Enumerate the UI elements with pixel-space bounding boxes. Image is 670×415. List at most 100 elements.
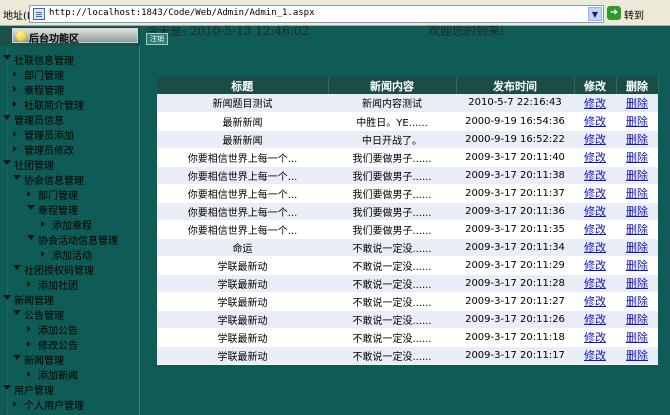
edit-link[interactable]: 修改: [584, 259, 606, 272]
sidebar-item[interactable]: 新闻管理: [0, 351, 139, 367]
table-row: 新闻题目测试 新闻内容测试 2010-5-7 22:16:43 修改 删除: [157, 94, 658, 113]
sidebar-item[interactable]: 添加活动: [0, 246, 139, 262]
edit-link[interactable]: 修改: [584, 277, 606, 290]
caret-down-icon[interactable]: [13, 265, 21, 270]
caret-right-icon[interactable]: [13, 86, 17, 92]
edit-link[interactable]: 修改: [584, 223, 606, 236]
sidebar-item[interactable]: 管理员添加: [0, 126, 139, 142]
go-button[interactable]: ➜ 转到: [607, 6, 661, 22]
edit-link[interactable]: 修改: [584, 97, 606, 110]
caret-right-icon[interactable]: [27, 326, 31, 332]
delete-link[interactable]: 删除: [626, 151, 648, 164]
edit-link[interactable]: 修改: [584, 133, 606, 146]
caret-right-icon[interactable]: [13, 131, 17, 137]
caret-right-icon[interactable]: [13, 401, 17, 407]
edit-link[interactable]: 修改: [584, 187, 606, 200]
edit-link[interactable]: 修改: [584, 115, 606, 128]
cell-content: 我们要做男子......: [328, 148, 456, 167]
caret-down-icon[interactable]: [13, 175, 21, 180]
sidebar-item[interactable]: 章程管理: [0, 201, 139, 217]
delete-link[interactable]: 删除: [626, 169, 648, 182]
cell-time: 2009-3-17 20:11:36: [456, 202, 574, 221]
caret-right-icon[interactable]: [41, 251, 45, 257]
delete-link[interactable]: 删除: [626, 259, 648, 272]
delete-link[interactable]: 删除: [626, 187, 648, 200]
table-row: 学联最新动 不敢说一定没...... 2009-3-17 20:11:17 修改 删除: [157, 346, 658, 365]
caret-right-icon[interactable]: [41, 221, 45, 227]
cell-title: 学联最新动: [157, 292, 328, 311]
sidebar-item[interactable]: 新闻管理: [0, 291, 139, 307]
cell-time: 2000-9-19 16:52:22: [456, 130, 574, 149]
caret-down-icon[interactable]: [27, 205, 35, 210]
address-url[interactable]: http://localhost:1843/Code/Web/Admin/Adm…: [49, 8, 315, 18]
sidebar-item[interactable]: 部门管理: [0, 186, 139, 202]
delete-link[interactable]: 删除: [626, 313, 648, 326]
column-header-content: 新闻内容: [328, 77, 457, 94]
sidebar-item-label: 管理员添加: [24, 131, 74, 142]
sidebar-item[interactable]: 用户管理: [0, 381, 139, 397]
sidebar-item[interactable]: 协会信息管理: [0, 171, 139, 187]
sidebar-item[interactable]: 添加新闻: [0, 366, 139, 382]
sidebar-item[interactable]: 公告管理: [0, 306, 139, 322]
sidebar-item[interactable]: 社团授权码管理: [0, 261, 139, 277]
delete-link[interactable]: 删除: [626, 331, 648, 344]
delete-link[interactable]: 删除: [626, 133, 648, 146]
caret-right-icon[interactable]: [27, 281, 31, 287]
caret-down-icon[interactable]: [27, 235, 35, 240]
caret-right-icon[interactable]: [27, 341, 31, 347]
edit-link[interactable]: 修改: [584, 169, 606, 182]
cell-time: 2009-3-17 20:11:26: [456, 310, 574, 329]
cell-time: 2010-5-7 22:16:43: [456, 94, 574, 113]
delete-link[interactable]: 删除: [626, 223, 648, 236]
edit-link-cell: 修改: [574, 148, 616, 167]
cell-time: 2009-3-17 20:11:34: [456, 238, 574, 257]
delete-link[interactable]: 删除: [626, 241, 648, 254]
sidebar-item[interactable]: 章程管理: [0, 81, 139, 97]
delete-link-cell: 删除: [616, 148, 658, 167]
sidebar-item[interactable]: 社联信息管理: [0, 51, 139, 67]
edit-link[interactable]: 修改: [584, 205, 606, 218]
sidebar-item-label: 新闻管理: [14, 296, 54, 307]
sidebar-item[interactable]: 社联简介管理: [0, 96, 139, 112]
chevron-down-icon[interactable]: ▼: [588, 7, 602, 21]
delete-link[interactable]: 删除: [626, 277, 648, 290]
caret-down-icon[interactable]: [3, 385, 11, 390]
sidebar-item[interactable]: 添加社团: [0, 276, 139, 292]
edit-link[interactable]: 修改: [584, 349, 606, 362]
sidebar-item[interactable]: 部门管理: [0, 66, 139, 82]
table-row: 学联最新动 不敢说一定没...... 2009-3-17 20:11:29 修改 删除: [157, 256, 658, 275]
sidebar-item[interactable]: 协会活动信息管理: [0, 231, 139, 247]
sidebar-item[interactable]: 添加章程: [0, 216, 139, 232]
caret-down-icon[interactable]: [13, 355, 21, 360]
caret-right-icon[interactable]: [13, 146, 17, 152]
edit-link[interactable]: 修改: [584, 313, 606, 326]
edit-link[interactable]: 修改: [584, 241, 606, 254]
caret-down-icon[interactable]: [3, 160, 11, 165]
caret-right-icon[interactable]: [27, 191, 31, 197]
logout-button[interactable]: 注销: [146, 33, 168, 45]
edit-link[interactable]: 修改: [584, 295, 606, 308]
address-input[interactable]: http://localhost:1843/Code/Web/Admin/Adm…: [29, 5, 604, 23]
sidebar-item[interactable]: 管理员信息: [0, 111, 139, 127]
edit-link[interactable]: 修改: [584, 331, 606, 344]
caret-right-icon[interactable]: [13, 101, 17, 107]
cell-content: 不敢说一定没......: [328, 346, 456, 365]
sidebar-item[interactable]: 修改公告: [0, 336, 139, 352]
delete-link[interactable]: 删除: [626, 115, 648, 128]
caret-down-icon[interactable]: [3, 55, 11, 60]
caret-down-icon[interactable]: [3, 295, 11, 300]
caret-right-icon[interactable]: [13, 71, 17, 77]
caret-down-icon[interactable]: [13, 310, 21, 315]
delete-link[interactable]: 删除: [626, 349, 648, 362]
table-row: 最新新闻 中日开战了。 2000-9-19 16:52:22 修改 删除: [157, 130, 658, 149]
delete-link[interactable]: 删除: [626, 97, 648, 110]
delete-link[interactable]: 删除: [626, 205, 648, 218]
delete-link[interactable]: 删除: [626, 295, 648, 308]
sidebar-item[interactable]: 管理员修改: [0, 141, 139, 157]
edit-link[interactable]: 修改: [584, 151, 606, 164]
sidebar-item[interactable]: 社团管理: [0, 156, 139, 172]
caret-down-icon[interactable]: [3, 115, 11, 120]
sidebar-item[interactable]: 个人用户管理: [0, 396, 139, 412]
sidebar-item[interactable]: 添加公告: [0, 321, 139, 337]
caret-right-icon[interactable]: [27, 371, 31, 377]
